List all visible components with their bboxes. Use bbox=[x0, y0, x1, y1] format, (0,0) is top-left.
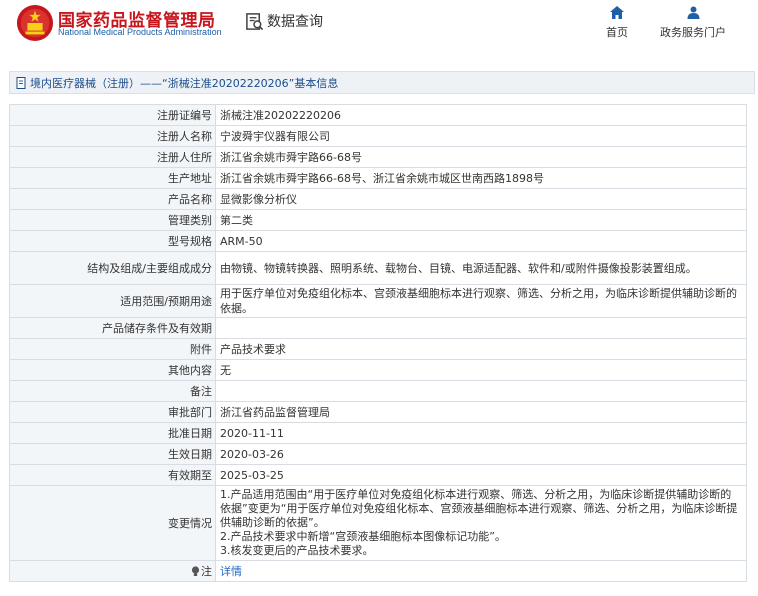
table-row: 产品名称 显微影像分析仪 bbox=[9, 188, 747, 210]
details-link[interactable]: 详情 bbox=[220, 565, 242, 578]
table-row: 有效期至 2025-03-25 bbox=[9, 464, 747, 486]
table-row: 批准日期 2020-11-11 bbox=[9, 422, 747, 444]
field-value: 浙江省余姚市舜宇路66-68号、浙江省余姚市城区世南西路1898号 bbox=[215, 167, 747, 189]
field-label: 审批部门 bbox=[9, 401, 216, 423]
table-row: 注 详情 bbox=[9, 560, 747, 582]
table-row: 型号规格 ARM-50 bbox=[9, 230, 747, 252]
field-label: 注 bbox=[201, 564, 212, 578]
data-query-icon bbox=[246, 12, 264, 30]
field-label: 注册人住所 bbox=[9, 146, 216, 168]
field-value: 用于医疗单位对免疫组化标本、宫颈液基细胞标本进行观察、筛选、分析之用，为临床诊断… bbox=[215, 284, 747, 318]
table-row: 附件 产品技术要求 bbox=[9, 338, 747, 360]
note-label-cell: 注 bbox=[9, 560, 216, 582]
details-link-cell: 详情 bbox=[215, 560, 747, 582]
field-value bbox=[215, 380, 747, 402]
field-value: 2025-03-25 bbox=[215, 464, 747, 486]
lightbulb-icon bbox=[191, 566, 200, 576]
nav-home-label: 首页 bbox=[606, 26, 628, 39]
field-value: 宁波舜宇仪器有限公司 bbox=[215, 125, 747, 147]
field-label: 产品名称 bbox=[9, 188, 216, 210]
field-value: 显微影像分析仪 bbox=[215, 188, 747, 210]
registration-info-table: 注册证编号 浙械注准20202220206 注册人名称 宁波舜宇仪器有限公司 注册人… bbox=[9, 104, 747, 582]
field-label: 生效日期 bbox=[9, 443, 216, 465]
field-label: 注册人名称 bbox=[9, 125, 216, 147]
national-emblem-icon bbox=[16, 4, 54, 42]
table-row: 备注 bbox=[9, 380, 747, 402]
nav-service-portal-label: 政务服务门户 bbox=[660, 26, 726, 39]
table-row: 审批部门 浙江省药品监督管理局 bbox=[9, 401, 747, 423]
field-label: 批准日期 bbox=[9, 422, 216, 444]
table-row: 适用范围/预期用途 用于医疗单位对免疫组化标本、宫颈液基细胞标本进行观察、筛选、分… bbox=[9, 284, 747, 318]
field-value: 浙江省余姚市舜宇路66-68号 bbox=[215, 146, 747, 168]
field-value: 由物镜、物镜转换器、照明系统、载物台、目镜、电源适配器、软件和/或附件摄像投影装… bbox=[215, 251, 747, 285]
org-name-en: National Medical Products Administration bbox=[58, 27, 222, 37]
data-query-link[interactable]: 数据查询 bbox=[245, 11, 323, 31]
nav-service-portal[interactable]: 政务服务门户 bbox=[660, 6, 726, 40]
field-label: 生产地址 bbox=[9, 167, 216, 189]
field-label: 有效期至 bbox=[9, 464, 216, 486]
field-label: 管理类别 bbox=[9, 209, 216, 231]
field-value: 浙械注准20202220206 bbox=[215, 104, 747, 126]
data-query-label: 数据查询 bbox=[267, 14, 323, 30]
document-icon bbox=[16, 76, 26, 89]
record-title: 境内医疗器械（注册）——“浙械注准20202220206”基本信息 bbox=[30, 76, 339, 90]
field-value: 第二类 bbox=[215, 209, 747, 231]
table-row: 注册证编号 浙械注准20202220206 bbox=[9, 104, 747, 126]
field-value: 2020-11-11 bbox=[215, 422, 747, 444]
table-row: 产品储存条件及有效期 bbox=[9, 317, 747, 339]
field-label: 适用范围/预期用途 bbox=[9, 284, 216, 318]
field-label: 注册证编号 bbox=[9, 104, 216, 126]
table-row: 注册人名称 宁波舜宇仪器有限公司 bbox=[9, 125, 747, 147]
record-title-bar: 境内医疗器械（注册）——“浙械注准20202220206”基本信息 bbox=[9, 71, 755, 94]
field-value: 浙江省药品监督管理局 bbox=[215, 401, 747, 423]
field-label: 型号规格 bbox=[9, 230, 216, 252]
site-header: 国家药品监督管理局 National Medical Products Admi… bbox=[0, 0, 758, 62]
field-label: 变更情况 bbox=[9, 485, 216, 561]
field-label: 结构及组成/主要组成成分 bbox=[9, 251, 216, 285]
field-value: 产品技术要求 bbox=[215, 338, 747, 360]
table-row: 管理类别 第二类 bbox=[9, 209, 747, 231]
table-row: 生效日期 2020-03-26 bbox=[9, 443, 747, 465]
field-value bbox=[215, 317, 747, 339]
table-row: 其他内容无 bbox=[9, 359, 747, 381]
field-value: ARM-50 bbox=[215, 230, 747, 252]
field-value: 无 bbox=[215, 359, 747, 381]
field-label: 其他内容 bbox=[9, 359, 216, 381]
home-icon bbox=[610, 6, 624, 19]
table-row: 生产地址 浙江省余姚市舜宇路66-68号、浙江省余姚市城区世南西路1898号 bbox=[9, 167, 747, 189]
field-label: 备注 bbox=[9, 380, 216, 402]
field-label: 附件 bbox=[9, 338, 216, 360]
table-row: 变更情况 1.产品适用范围由“用于医疗单位对免疫组化标本进行观察、筛选、分析之用，… bbox=[9, 485, 747, 561]
user-icon bbox=[687, 6, 699, 19]
field-label: 产品储存条件及有效期 bbox=[9, 317, 216, 339]
field-value: 2020-03-26 bbox=[215, 443, 747, 465]
table-row: 结构及组成/主要组成成分 由物镜、物镜转换器、照明系统、载物台、目镜、电源适配器、… bbox=[9, 251, 747, 285]
table-row: 注册人住所 浙江省余姚市舜宇路66-68号 bbox=[9, 146, 747, 168]
change-history-value: 1.产品适用范围由“用于医疗单位对免疫组化标本进行观察、筛选、分析之用，为临床诊… bbox=[215, 485, 747, 561]
nav-home[interactable]: 首页 bbox=[606, 6, 628, 40]
